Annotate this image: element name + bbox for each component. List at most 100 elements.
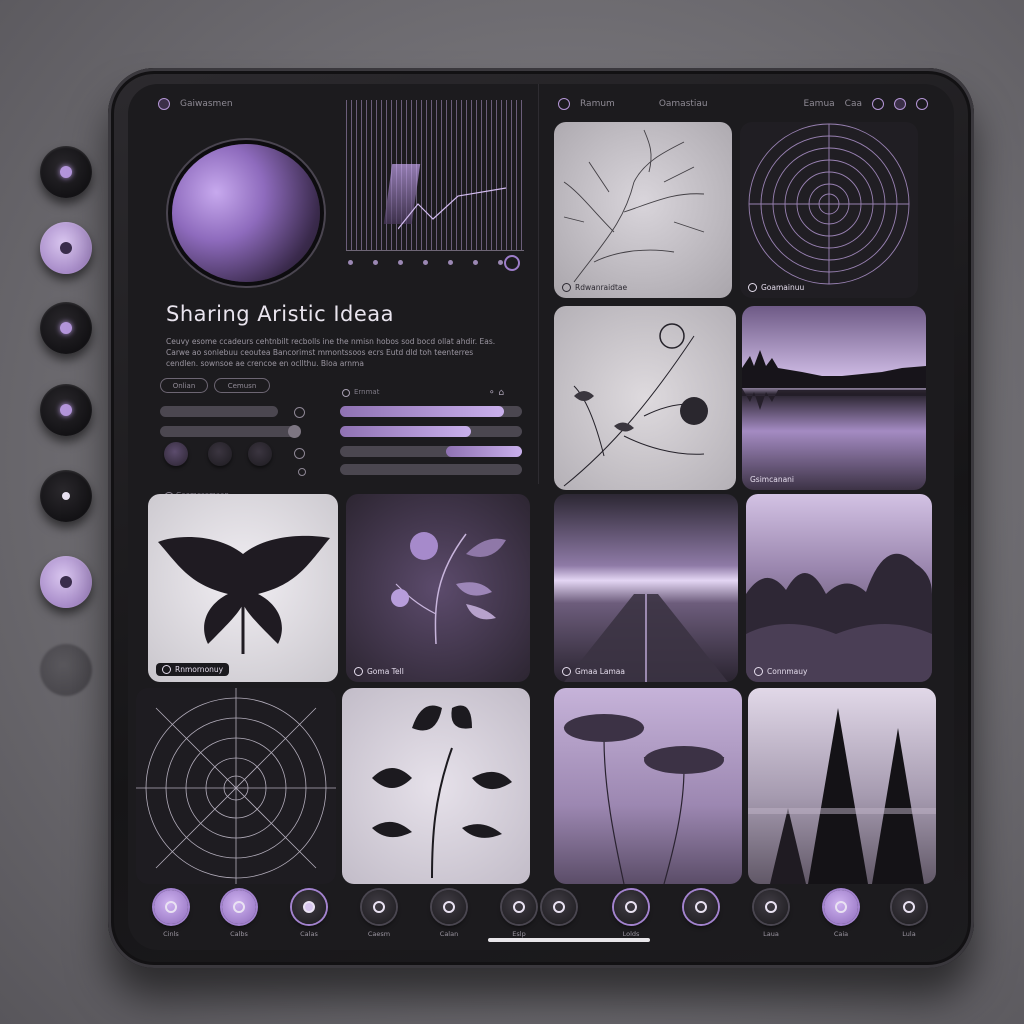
flower-sketch-art [563, 323, 708, 487]
dock-icon [233, 901, 245, 913]
tablet-device: Gaiwasmen Ramum Oamastiau Eamua Caa Shar… [108, 68, 974, 968]
user-icon[interactable] [894, 98, 906, 110]
image-tile-violet-flower[interactable]: Goma Tell [346, 494, 530, 682]
knob-indicator-icon [60, 404, 72, 416]
lake-forest-art [742, 350, 926, 410]
tile-caption-text: Goamainuu [761, 283, 805, 292]
image-tile-pines[interactable] [748, 688, 936, 884]
profile-icon[interactable] [158, 98, 170, 110]
slider-b[interactable] [160, 425, 301, 438]
tile-caption: Goamainuu [748, 283, 804, 292]
settings-icon[interactable] [872, 98, 884, 110]
dock-button-12[interactable] [892, 890, 926, 924]
side-knob-2[interactable] [40, 222, 92, 274]
topbar-left: Gaiwasmen [158, 94, 233, 114]
image-tile-queen-annes-lace[interactable] [554, 688, 742, 884]
image-tile-road[interactable]: Gmaa Lamaa [554, 494, 738, 682]
nav-item-1[interactable]: Ramum [580, 99, 615, 109]
image-tile-lake[interactable]: Gsimcanani [742, 306, 926, 490]
side-knob-1[interactable] [40, 146, 92, 198]
progress-fill-2 [340, 426, 472, 437]
waveform-markers [348, 260, 503, 265]
dock-label-9: Caia [833, 930, 849, 938]
dock-button-2[interactable] [222, 890, 256, 924]
dock-icon [903, 901, 915, 913]
progress-slider-4[interactable] [340, 464, 522, 475]
power-icon[interactable] [916, 98, 928, 110]
nav-item-3[interactable]: Eamua [803, 99, 834, 109]
marker-dot [448, 260, 453, 265]
dock-icon [695, 901, 707, 913]
topbar-left-label: Gaiwasmen [180, 99, 233, 109]
home-indicator[interactable] [488, 938, 650, 942]
settings-small-icon[interactable] [294, 448, 305, 459]
nav-item-4[interactable]: Caa [845, 99, 862, 109]
image-tile-leaves[interactable] [342, 688, 530, 884]
image-tile-flower-sketch[interactable] [554, 306, 736, 490]
dock-button-3[interactable] [292, 890, 326, 924]
image-tile-sketch-tree[interactable]: Rdwanraidtae [554, 122, 732, 298]
dock-button-5[interactable] [432, 890, 466, 924]
marker-dot [473, 260, 478, 265]
dock-button-1[interactable] [154, 890, 188, 924]
pill-button-2[interactable]: Cemusn [214, 378, 270, 393]
hero-orb [172, 144, 320, 282]
slider-b-knob[interactable] [288, 425, 301, 438]
dock-button-10[interactable] [754, 890, 788, 924]
tile-caption-text: Connmauy [767, 667, 808, 676]
mini-button-3[interactable] [248, 442, 272, 466]
adjust-icon[interactable]: ⚬ ⌂ [488, 388, 504, 398]
dock-button-11[interactable] [824, 890, 858, 924]
side-knob-4[interactable] [40, 384, 92, 436]
dock-icon [165, 901, 177, 913]
dock-button-7[interactable] [542, 890, 576, 924]
pine-trees-art [748, 708, 936, 884]
side-knob-5[interactable] [40, 470, 92, 522]
tablet-screen: Gaiwasmen Ramum Oamastiau Eamua Caa Shar… [128, 84, 954, 950]
sliders-label: Ernmat [354, 388, 380, 396]
dock-icon [553, 901, 565, 913]
image-tile-spiral[interactable]: Goamainuu [740, 122, 918, 298]
waveform-play-icon[interactable] [504, 255, 520, 271]
progress-slider-3[interactable] [340, 446, 522, 457]
purple-forest-art [746, 553, 932, 682]
tile-badge-icon [162, 665, 171, 674]
dock-button-4[interactable] [362, 890, 396, 924]
tile-caption: Connmauy [754, 667, 807, 676]
spiral-art [748, 123, 910, 285]
image-tile-web[interactable] [136, 688, 336, 884]
dock-label-10: Lula [902, 930, 916, 938]
nav-item-2[interactable]: Oamastiau [659, 99, 708, 109]
progress-fill-1 [340, 406, 504, 417]
road-art [564, 594, 728, 682]
dock-icon [625, 901, 637, 913]
menu-icon[interactable] [558, 98, 570, 110]
dock-button-8[interactable] [614, 890, 648, 924]
progress-slider-1[interactable] [340, 406, 522, 417]
dock-label-5: Calan [439, 930, 459, 938]
image-tile-moth[interactable]: Rnmornonuy [148, 494, 338, 682]
tile-caption-text: Goma Tell [367, 667, 404, 676]
progress-slider-2[interactable] [340, 426, 522, 437]
tile-caption-text: Gmaa Lamaa [575, 667, 625, 676]
side-knob-3[interactable] [40, 302, 92, 354]
slider-a[interactable] [160, 406, 278, 417]
dock-button-6[interactable] [502, 890, 536, 924]
dock-button-9[interactable] [684, 890, 718, 924]
pill-button-1[interactable]: Onlian [160, 378, 208, 393]
tile-caption-text: Gsimcanani [750, 475, 795, 484]
marker-dot [348, 260, 353, 265]
mini-button-1[interactable] [164, 442, 188, 466]
dock-label-4: Caesm [367, 930, 391, 938]
dock-icon [303, 901, 315, 913]
tile-caption: Gmaa Lamaa [562, 667, 625, 676]
mini-button-2[interactable] [208, 442, 232, 466]
dock-icon [835, 901, 847, 913]
tile-badge-icon [748, 283, 757, 292]
hero-description: Ceuvy esome ccadeurs cehtnbilt recbolls … [166, 337, 496, 368]
moth-art [158, 535, 330, 654]
side-knob-6[interactable] [40, 556, 92, 608]
marker-dot [373, 260, 378, 265]
image-tile-purple-forest[interactable]: Connmauy [746, 494, 932, 682]
info-small-icon [298, 468, 306, 476]
